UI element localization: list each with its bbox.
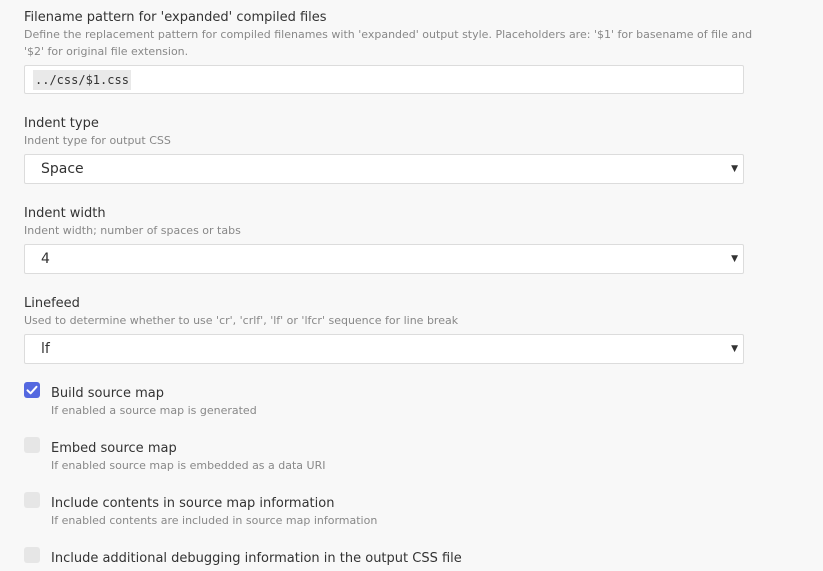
indent-type-title: Indent type [24, 116, 99, 131]
filename-pattern-input[interactable]: ../css/$1.css [24, 65, 744, 94]
build-source-map-checkbox[interactable] [24, 382, 40, 398]
linefeed-title: Linefeed [24, 296, 80, 311]
embed-source-map-checkbox[interactable] [24, 437, 40, 453]
chevron-down-icon: ▼ [731, 254, 738, 264]
indent-width-select[interactable]: 4 ▼ [24, 244, 744, 274]
embed-source-map-label[interactable]: Embed source map [51, 441, 177, 457]
indent-type-description: Indent type for output CSS [24, 134, 171, 147]
linefeed-description: Used to determine whether to use 'cr', '… [24, 314, 459, 327]
build-source-map-description: If enabled a source map is generated [51, 404, 257, 417]
filename-pattern-description: Define the replacement pattern for compi… [24, 28, 753, 58]
include-contents-checkbox[interactable] [24, 492, 40, 508]
indent-width-description: Indent width; number of spaces or tabs [24, 224, 241, 237]
checkmark-icon [26, 385, 38, 395]
filename-pattern-value: ../css/$1.css [33, 70, 131, 90]
indent-type-value: Space [41, 161, 84, 177]
chevron-down-icon: ▼ [731, 164, 738, 174]
include-contents-label[interactable]: Include contents in source map informati… [51, 496, 334, 512]
linefeed-select[interactable]: lf ▼ [24, 334, 744, 364]
embed-source-map-description: If enabled source map is embedded as a d… [51, 459, 326, 472]
filename-pattern-title: Filename pattern for 'expanded' compiled… [24, 10, 327, 25]
indent-width-value: 4 [41, 251, 50, 267]
indent-width-title: Indent width [24, 206, 106, 221]
chevron-down-icon: ▼ [731, 344, 738, 354]
linefeed-value: lf [41, 341, 50, 357]
build-source-map-label[interactable]: Build source map [51, 386, 164, 402]
include-debug-info-checkbox[interactable] [24, 547, 40, 563]
include-contents-description: If enabled contents are included in sour… [51, 514, 378, 527]
settings-panel: Filename pattern for 'expanded' compiled… [0, 0, 823, 571]
indent-type-select[interactable]: Space ▼ [24, 154, 744, 184]
include-debug-info-label[interactable]: Include additional debugging information… [51, 551, 462, 567]
